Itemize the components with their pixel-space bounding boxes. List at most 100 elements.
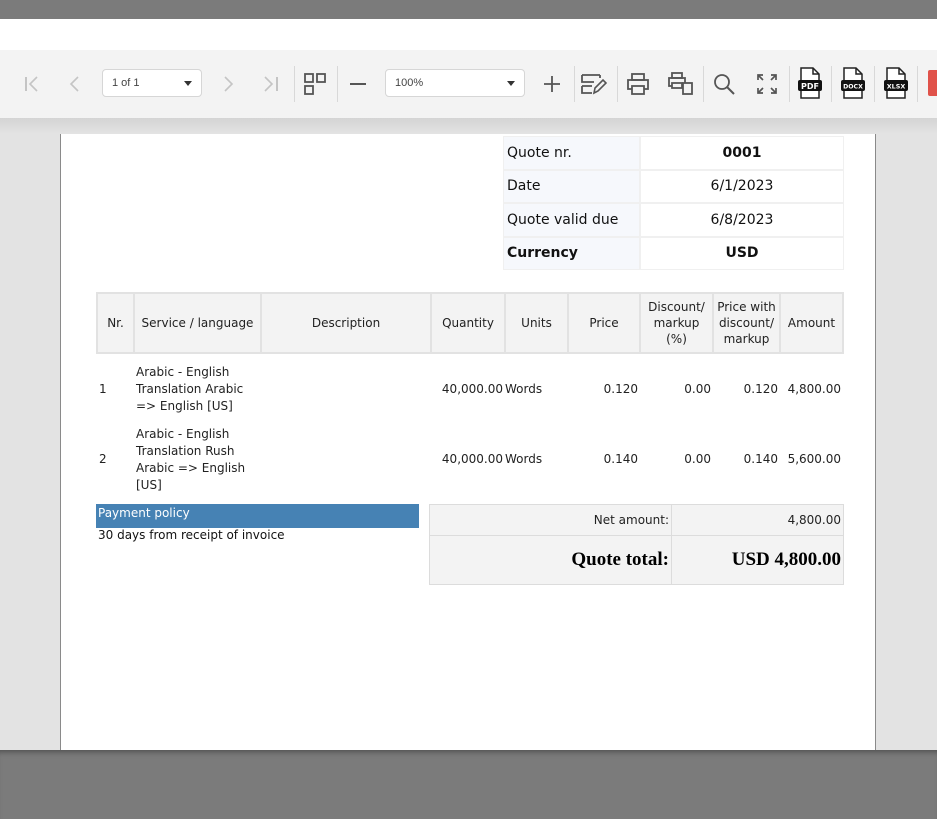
zoom-out-icon xyxy=(350,83,366,85)
cell-price: 0.120 xyxy=(603,381,638,396)
chevron-down-icon xyxy=(507,81,515,86)
toolbar-divider xyxy=(337,66,338,102)
export-more-button[interactable] xyxy=(928,70,937,96)
column-header: Price xyxy=(567,292,641,354)
quote-meta-table: Quote nr. 0001 Date 6/1/2023 Quote valid due… xyxy=(503,136,844,270)
toolbar-divider xyxy=(703,66,704,102)
line-items-table: Nr. Service / language Description Quantity… xyxy=(96,292,844,495)
pdf-file-icon: PDF xyxy=(798,67,822,99)
meta-row: Date 6/1/2023 xyxy=(503,169,844,203)
cell-discount: 0.00 xyxy=(684,381,711,396)
zoom-selector-value: 100% xyxy=(395,77,424,89)
window-bottom-area xyxy=(0,750,937,819)
table-row: 2 Arabic - English Translation Rush Arabi… xyxy=(97,424,843,495)
export-pdf-button[interactable]: PDF xyxy=(797,67,823,99)
meta-label: Quote nr. xyxy=(503,136,640,170)
net-amount-label: Net amount: xyxy=(429,504,672,536)
zoom-out-button[interactable] xyxy=(346,50,370,118)
zoom-selector[interactable]: 100% xyxy=(385,69,525,97)
cell-amount: 4,800.00 xyxy=(787,381,841,396)
cell-price: 0.140 xyxy=(603,452,638,466)
next-page-icon xyxy=(224,76,234,92)
net-amount-row: Net amount: 4,800.00 xyxy=(429,504,844,536)
cell-quantity: 40,000.00 xyxy=(441,452,503,466)
xlsx-file-icon: XLSX xyxy=(884,67,908,99)
next-page-button[interactable] xyxy=(218,50,240,118)
fullscreen-button[interactable] xyxy=(754,50,780,118)
meta-row: Quote valid due 6/8/2023 xyxy=(503,203,844,237)
totals-table: Net amount: 4,800.00 Quote total: USD 4,… xyxy=(429,504,844,585)
meta-row: Currency USD xyxy=(503,236,844,270)
header-strip xyxy=(0,19,937,50)
print-icon xyxy=(627,73,649,95)
cell-service: Arabic - English Translation Arabic => E… xyxy=(136,364,244,413)
column-header: Service / language xyxy=(133,292,262,354)
previous-page-icon xyxy=(69,76,79,92)
zoom-in-icon xyxy=(544,76,560,92)
column-header: Price with discount/ markup xyxy=(712,292,781,354)
toolbar-divider xyxy=(874,66,875,102)
export-docx-button[interactable]: DOCX xyxy=(840,67,866,99)
meta-value: USD xyxy=(640,236,844,270)
payment-policy-heading: Payment policy xyxy=(96,504,419,528)
column-header: Units xyxy=(504,292,569,354)
toolbar-divider xyxy=(617,66,618,102)
meta-value: 6/8/2023 xyxy=(640,203,844,237)
cell-service: Arabic - English Translation Rush Arabic… xyxy=(136,426,246,492)
previous-page-button[interactable] xyxy=(63,50,85,118)
xlsx-label: XLSX xyxy=(887,83,906,91)
toolbar-divider xyxy=(574,66,575,102)
search-button[interactable] xyxy=(711,50,737,118)
column-header: Discount/ markup (%) xyxy=(639,292,714,354)
print-page-button[interactable] xyxy=(667,50,695,118)
cell-discount: 0.00 xyxy=(684,452,711,466)
cell-units: Words xyxy=(505,381,543,396)
net-amount-value: 4,800.00 xyxy=(671,504,844,536)
toolbar-divider xyxy=(831,66,832,102)
report-viewport[interactable]: Quote nr. 0001 Date 6/1/2023 Quote valid due… xyxy=(0,118,937,750)
edit-button[interactable] xyxy=(580,50,608,118)
meta-label: Date xyxy=(503,169,640,203)
export-xlsx-button[interactable]: XLSX xyxy=(883,67,909,99)
first-page-icon xyxy=(25,76,38,92)
meta-value: 6/1/2023 xyxy=(640,169,844,203)
zoom-in-button[interactable] xyxy=(540,50,564,118)
thumbnails-icon xyxy=(304,73,326,95)
meta-row: Quote nr. 0001 xyxy=(503,136,844,170)
meta-value: 0001 xyxy=(640,136,844,170)
search-icon xyxy=(714,74,735,95)
page-selector-value: 1 of 1 xyxy=(112,77,140,89)
edit-icon xyxy=(581,74,607,95)
first-page-button[interactable] xyxy=(20,50,44,118)
column-header: Amount xyxy=(779,292,844,354)
cell-price-with-discount: 0.140 xyxy=(743,452,778,466)
thumbnails-button[interactable] xyxy=(302,50,328,118)
meta-label: Currency xyxy=(503,236,640,270)
page-selector[interactable]: 1 of 1 xyxy=(102,69,202,97)
cell-nr: 1 xyxy=(99,381,107,396)
report-page: Quote nr. 0001 Date 6/1/2023 Quote valid due… xyxy=(60,134,876,750)
fullscreen-icon xyxy=(757,74,777,94)
payment-policy-text: 30 days from receipt of invoice xyxy=(98,528,285,542)
toolbar-divider xyxy=(917,66,918,102)
cell-quantity: 40,000.00 xyxy=(441,381,503,396)
cell-price-with-discount: 0.120 xyxy=(743,381,778,396)
toolbar-divider xyxy=(789,66,790,102)
chevron-down-icon xyxy=(184,81,192,86)
docx-file-icon: DOCX xyxy=(841,67,865,99)
print-button[interactable] xyxy=(625,50,651,118)
column-header: Nr. xyxy=(96,292,135,354)
quote-total-value: USD 4,800.00 xyxy=(671,535,844,585)
cell-description xyxy=(261,353,431,424)
cell-amount: 5,600.00 xyxy=(787,452,841,466)
last-page-icon xyxy=(264,76,278,92)
table-row: 1 Arabic - English Translation Arabic => … xyxy=(97,353,843,424)
cell-nr: 2 xyxy=(99,452,107,466)
window-top-bar xyxy=(0,0,937,19)
print-page-icon xyxy=(668,72,693,95)
last-page-button[interactable] xyxy=(259,50,283,118)
column-header: Quantity xyxy=(430,292,506,354)
docx-label: DOCX xyxy=(843,84,863,91)
cell-units: Words xyxy=(505,452,543,466)
cell-description xyxy=(261,424,431,495)
